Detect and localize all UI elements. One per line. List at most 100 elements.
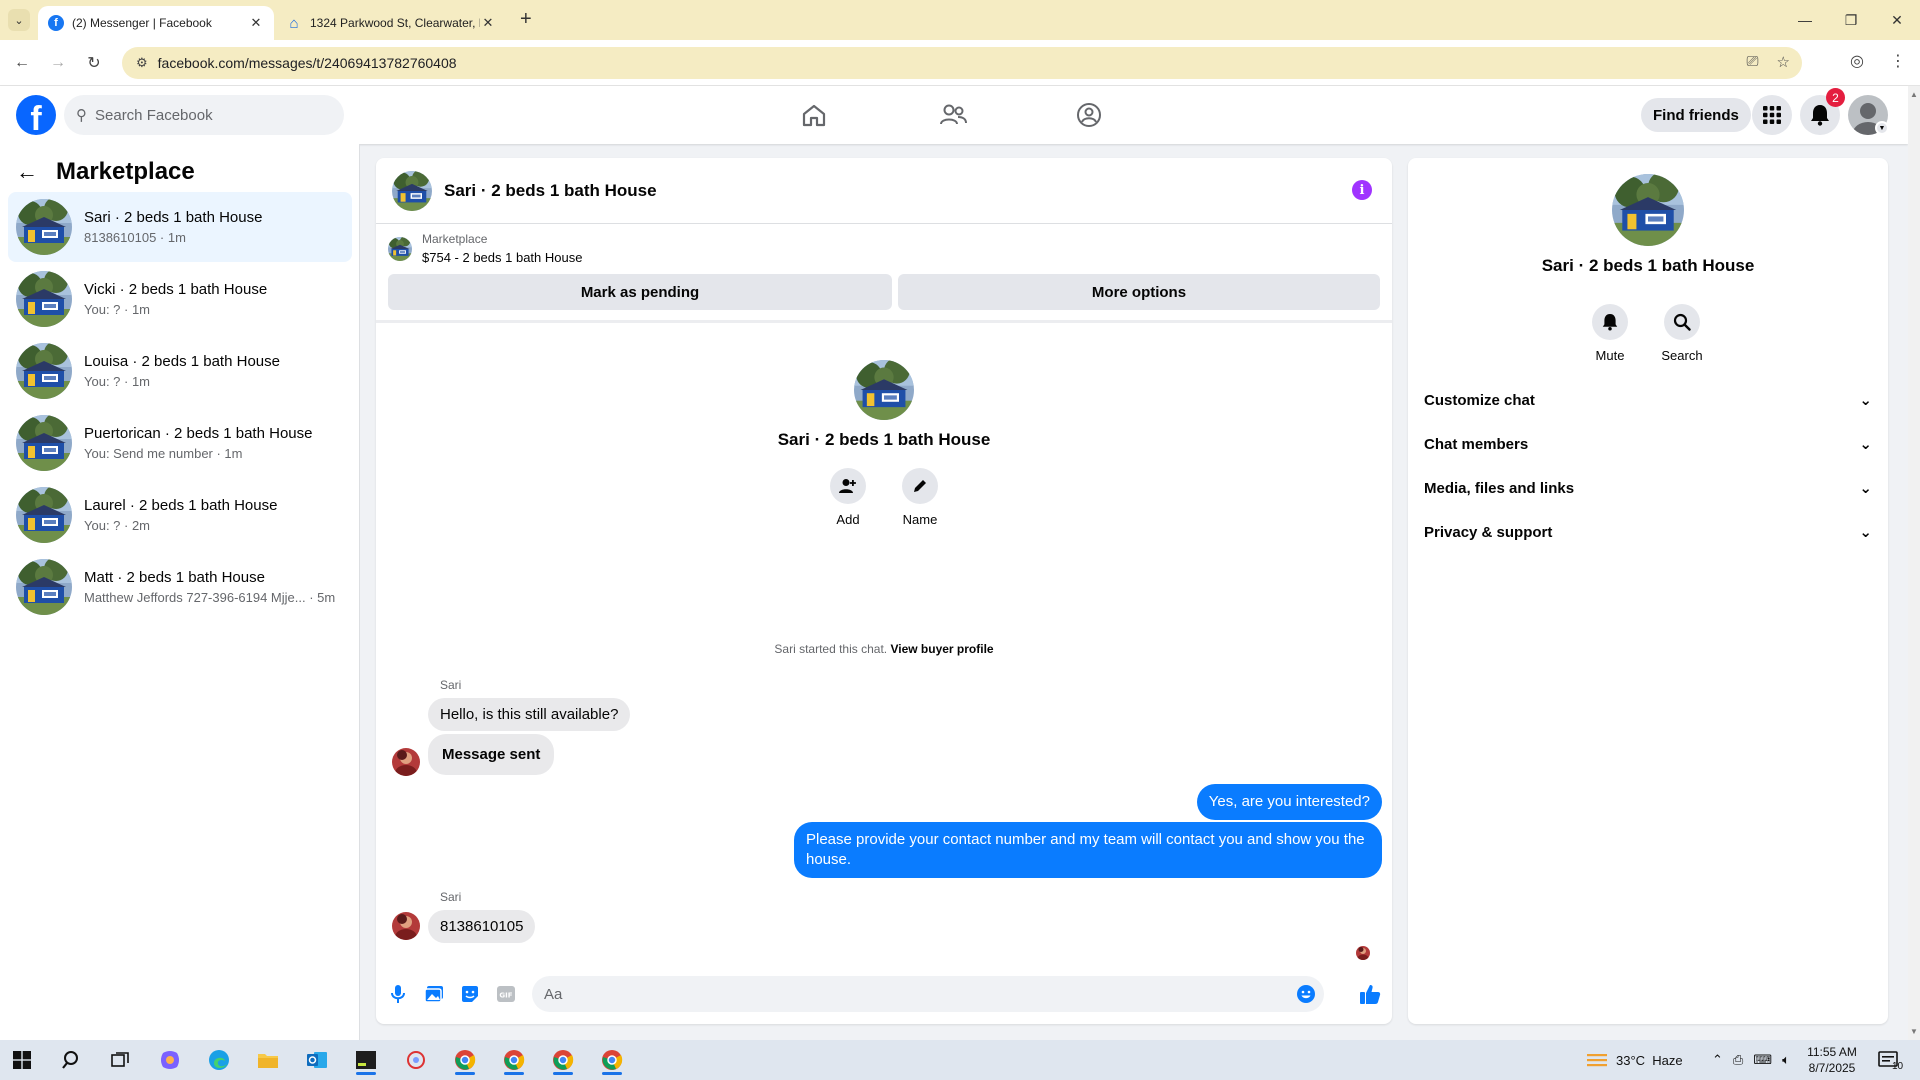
section-label: Privacy & support <box>1424 523 1553 541</box>
chevron-down-icon: ⌄ <box>1859 392 1872 409</box>
notification-center-button[interactable]: 10 <box>1878 1040 1903 1080</box>
search-icon: ⚲ <box>76 107 87 124</box>
menu-grid-button[interactable] <box>1752 95 1792 135</box>
message-bubble-outgoing[interactable]: Please provide your contact number and m… <box>794 822 1382 878</box>
add-person-icon <box>839 479 856 493</box>
outlook-icon[interactable] <box>301 1045 333 1075</box>
name-chat-button[interactable]: Name <box>890 468 950 527</box>
search-in-chat-button[interactable]: Search <box>1652 304 1712 363</box>
chrome-profile-icon[interactable] <box>596 1045 628 1075</box>
new-tab-icon[interactable]: + <box>520 8 532 31</box>
find-friends-button[interactable]: Find friends <box>1641 98 1751 132</box>
microphone-icon[interactable] <box>386 982 410 1006</box>
reload-icon[interactable]: ↻ <box>82 51 106 75</box>
customize-chat-section[interactable]: Customize chat ⌄ <box>1424 382 1872 418</box>
conversation-title[interactable]: Sari · 2 beds 1 bath House <box>444 181 657 201</box>
gif-icon[interactable]: GIF <box>494 982 518 1006</box>
facebook-search[interactable]: ⚲ <box>64 95 344 135</box>
scroll-down-arrow-icon[interactable]: ▼ <box>1910 1027 1918 1036</box>
conversation-item[interactable]: Sari · 2 beds 1 bath House 8138610105 · 1… <box>8 192 352 262</box>
taskbar-search-icon[interactable] <box>56 1045 88 1075</box>
volume-icon[interactable]: 🔈︎ <box>1782 1052 1790 1068</box>
start-windows-icon[interactable] <box>6 1045 38 1075</box>
forward-icon[interactable]: → <box>46 51 70 75</box>
site-info-icon[interactable]: ⚙ <box>136 55 148 71</box>
meet-now-icon[interactable]: ⎙ <box>1733 1052 1743 1068</box>
message-input[interactable] <box>532 976 1324 1012</box>
banner-listing: $754 - 2 beds 1 bath House <box>422 250 583 265</box>
active-app-indicator <box>504 1072 524 1075</box>
minimize-icon[interactable]: — <box>1782 0 1828 40</box>
edge-browser-icon[interactable] <box>203 1045 235 1075</box>
conversation-item[interactable]: Louisa · 2 beds 1 bath House You: ? · 1m <box>8 336 352 406</box>
account-caret-icon[interactable]: ▼ <box>1875 121 1889 135</box>
chat-members-section[interactable]: Chat members ⌄ <box>1424 426 1872 462</box>
conversation-name: Puertorican · 2 beds 1 bath House <box>84 425 313 442</box>
groups-nav-icon[interactable] <box>1072 100 1106 130</box>
more-options-button[interactable]: More options <box>898 274 1380 310</box>
conversation-item[interactable]: Matt · 2 beds 1 bath House Matthew Jeffor… <box>8 552 352 622</box>
message-bubble-incoming[interactable]: Message sent <box>428 734 555 775</box>
message-bubble-incoming[interactable]: Hello, is this still available? <box>428 698 631 731</box>
bell-icon <box>1811 105 1829 126</box>
close-tab-icon[interactable]: ✕ <box>480 15 496 31</box>
mute-button[interactable]: Mute <box>1580 304 1640 363</box>
message-bubble-outgoing[interactable]: Yes, are you interested? <box>1196 784 1382 820</box>
browser-tab-zillow[interactable]: ⌂ 1324 Parkwood St, Clearwater, F ✕ <box>276 6 506 40</box>
add-people-button[interactable]: Add <box>818 468 878 527</box>
privacy-support-section[interactable]: Privacy & support ⌄ <box>1424 514 1872 550</box>
photo-icon[interactable] <box>422 982 446 1006</box>
panel-header: ← Marketplace <box>16 158 195 186</box>
back-icon[interactable]: ← <box>10 51 34 75</box>
friends-nav-icon[interactable] <box>936 100 970 130</box>
snipping-tool-icon[interactable] <box>400 1045 432 1075</box>
scroll-up-arrow-icon[interactable]: ▲ <box>1910 90 1918 99</box>
chrome-profile-icon[interactable] <box>547 1045 579 1075</box>
profile-icon[interactable]: ◎ <box>1850 51 1864 71</box>
copilot-icon[interactable] <box>154 1045 186 1075</box>
thumbs-up-icon[interactable] <box>1358 982 1382 1006</box>
browser-tab-messenger[interactable]: f (2) Messenger | Facebook ✕ <box>38 6 274 40</box>
conversation-avatar[interactable] <box>392 171 432 211</box>
search-input[interactable] <box>95 106 315 124</box>
file-explorer-icon[interactable] <box>252 1045 284 1075</box>
weather-widget[interactable]: 33°C Haze <box>1586 1040 1683 1080</box>
conversation-name: Sari · 2 beds 1 bath House <box>84 209 263 226</box>
chevron-down-icon: ⌄ <box>1859 436 1872 453</box>
omnibox[interactable]: ⚙ facebook.com/messages/t/24069413782760… <box>122 47 1802 79</box>
sticker-icon[interactable] <box>458 982 482 1006</box>
home-nav-icon[interactable] <box>797 100 831 130</box>
system-tray: ⌃ ⎙ ⌨ 🔈︎ <box>1712 1040 1790 1080</box>
chevron-up-icon[interactable]: ⌃ <box>1712 1052 1723 1068</box>
kebab-menu-icon[interactable]: ⋮ <box>1890 51 1906 71</box>
marketplace-banner[interactable]: Marketplace $754 - 2 beds 1 bath House <box>388 232 582 265</box>
media-files-links-section[interactable]: Media, files and links ⌄ <box>1424 470 1872 506</box>
conversation-item[interactable]: Laurel · 2 beds 1 bath House You: ? · 2m <box>8 480 352 550</box>
facebook-logo[interactable]: f <box>16 95 56 135</box>
install-app-icon[interactable]: ⎚ <box>1747 53 1759 71</box>
view-buyer-profile-link[interactable]: View buyer profile <box>890 642 993 656</box>
restore-icon[interactable]: ❐ <box>1828 0 1874 40</box>
emoji-icon[interactable] <box>1294 982 1318 1006</box>
tab-search-menu[interactable]: ⌄ <box>8 9 30 31</box>
bookmark-star-icon[interactable]: ☆ <box>1777 53 1790 71</box>
clock[interactable]: 11:55 AM 8/7/2025 <box>1792 1044 1872 1076</box>
network-icon[interactable]: ⌨ <box>1753 1052 1772 1068</box>
conversation-item[interactable]: Vicki · 2 beds 1 bath House You: ? · 1m <box>8 264 352 334</box>
chrome-profile-icon[interactable] <box>498 1045 530 1075</box>
conversation-item[interactable]: Puertorican · 2 beds 1 bath House You: Se… <box>8 408 352 478</box>
details-avatar[interactable] <box>1612 174 1684 246</box>
active-app-indicator <box>356 1072 376 1075</box>
message-bubble-incoming[interactable]: 8138610105 <box>428 910 536 943</box>
chrome-profile-icon[interactable] <box>449 1045 481 1075</box>
terminal-app-icon[interactable] <box>350 1045 382 1075</box>
page-scrollbar[interactable]: ▲ ▼ <box>1908 86 1920 1040</box>
conversation-name: Louisa · 2 beds 1 bath House <box>84 353 280 370</box>
back-arrow-icon[interactable]: ← <box>16 159 38 185</box>
mark-as-pending-button[interactable]: Mark as pending <box>388 274 892 310</box>
close-tab-icon[interactable]: ✕ <box>248 15 264 31</box>
task-view-icon[interactable] <box>104 1045 136 1075</box>
info-icon[interactable]: i <box>1352 180 1372 200</box>
close-window-icon[interactable]: ✕ <box>1874 0 1920 40</box>
listing-thumbnail <box>16 487 72 543</box>
